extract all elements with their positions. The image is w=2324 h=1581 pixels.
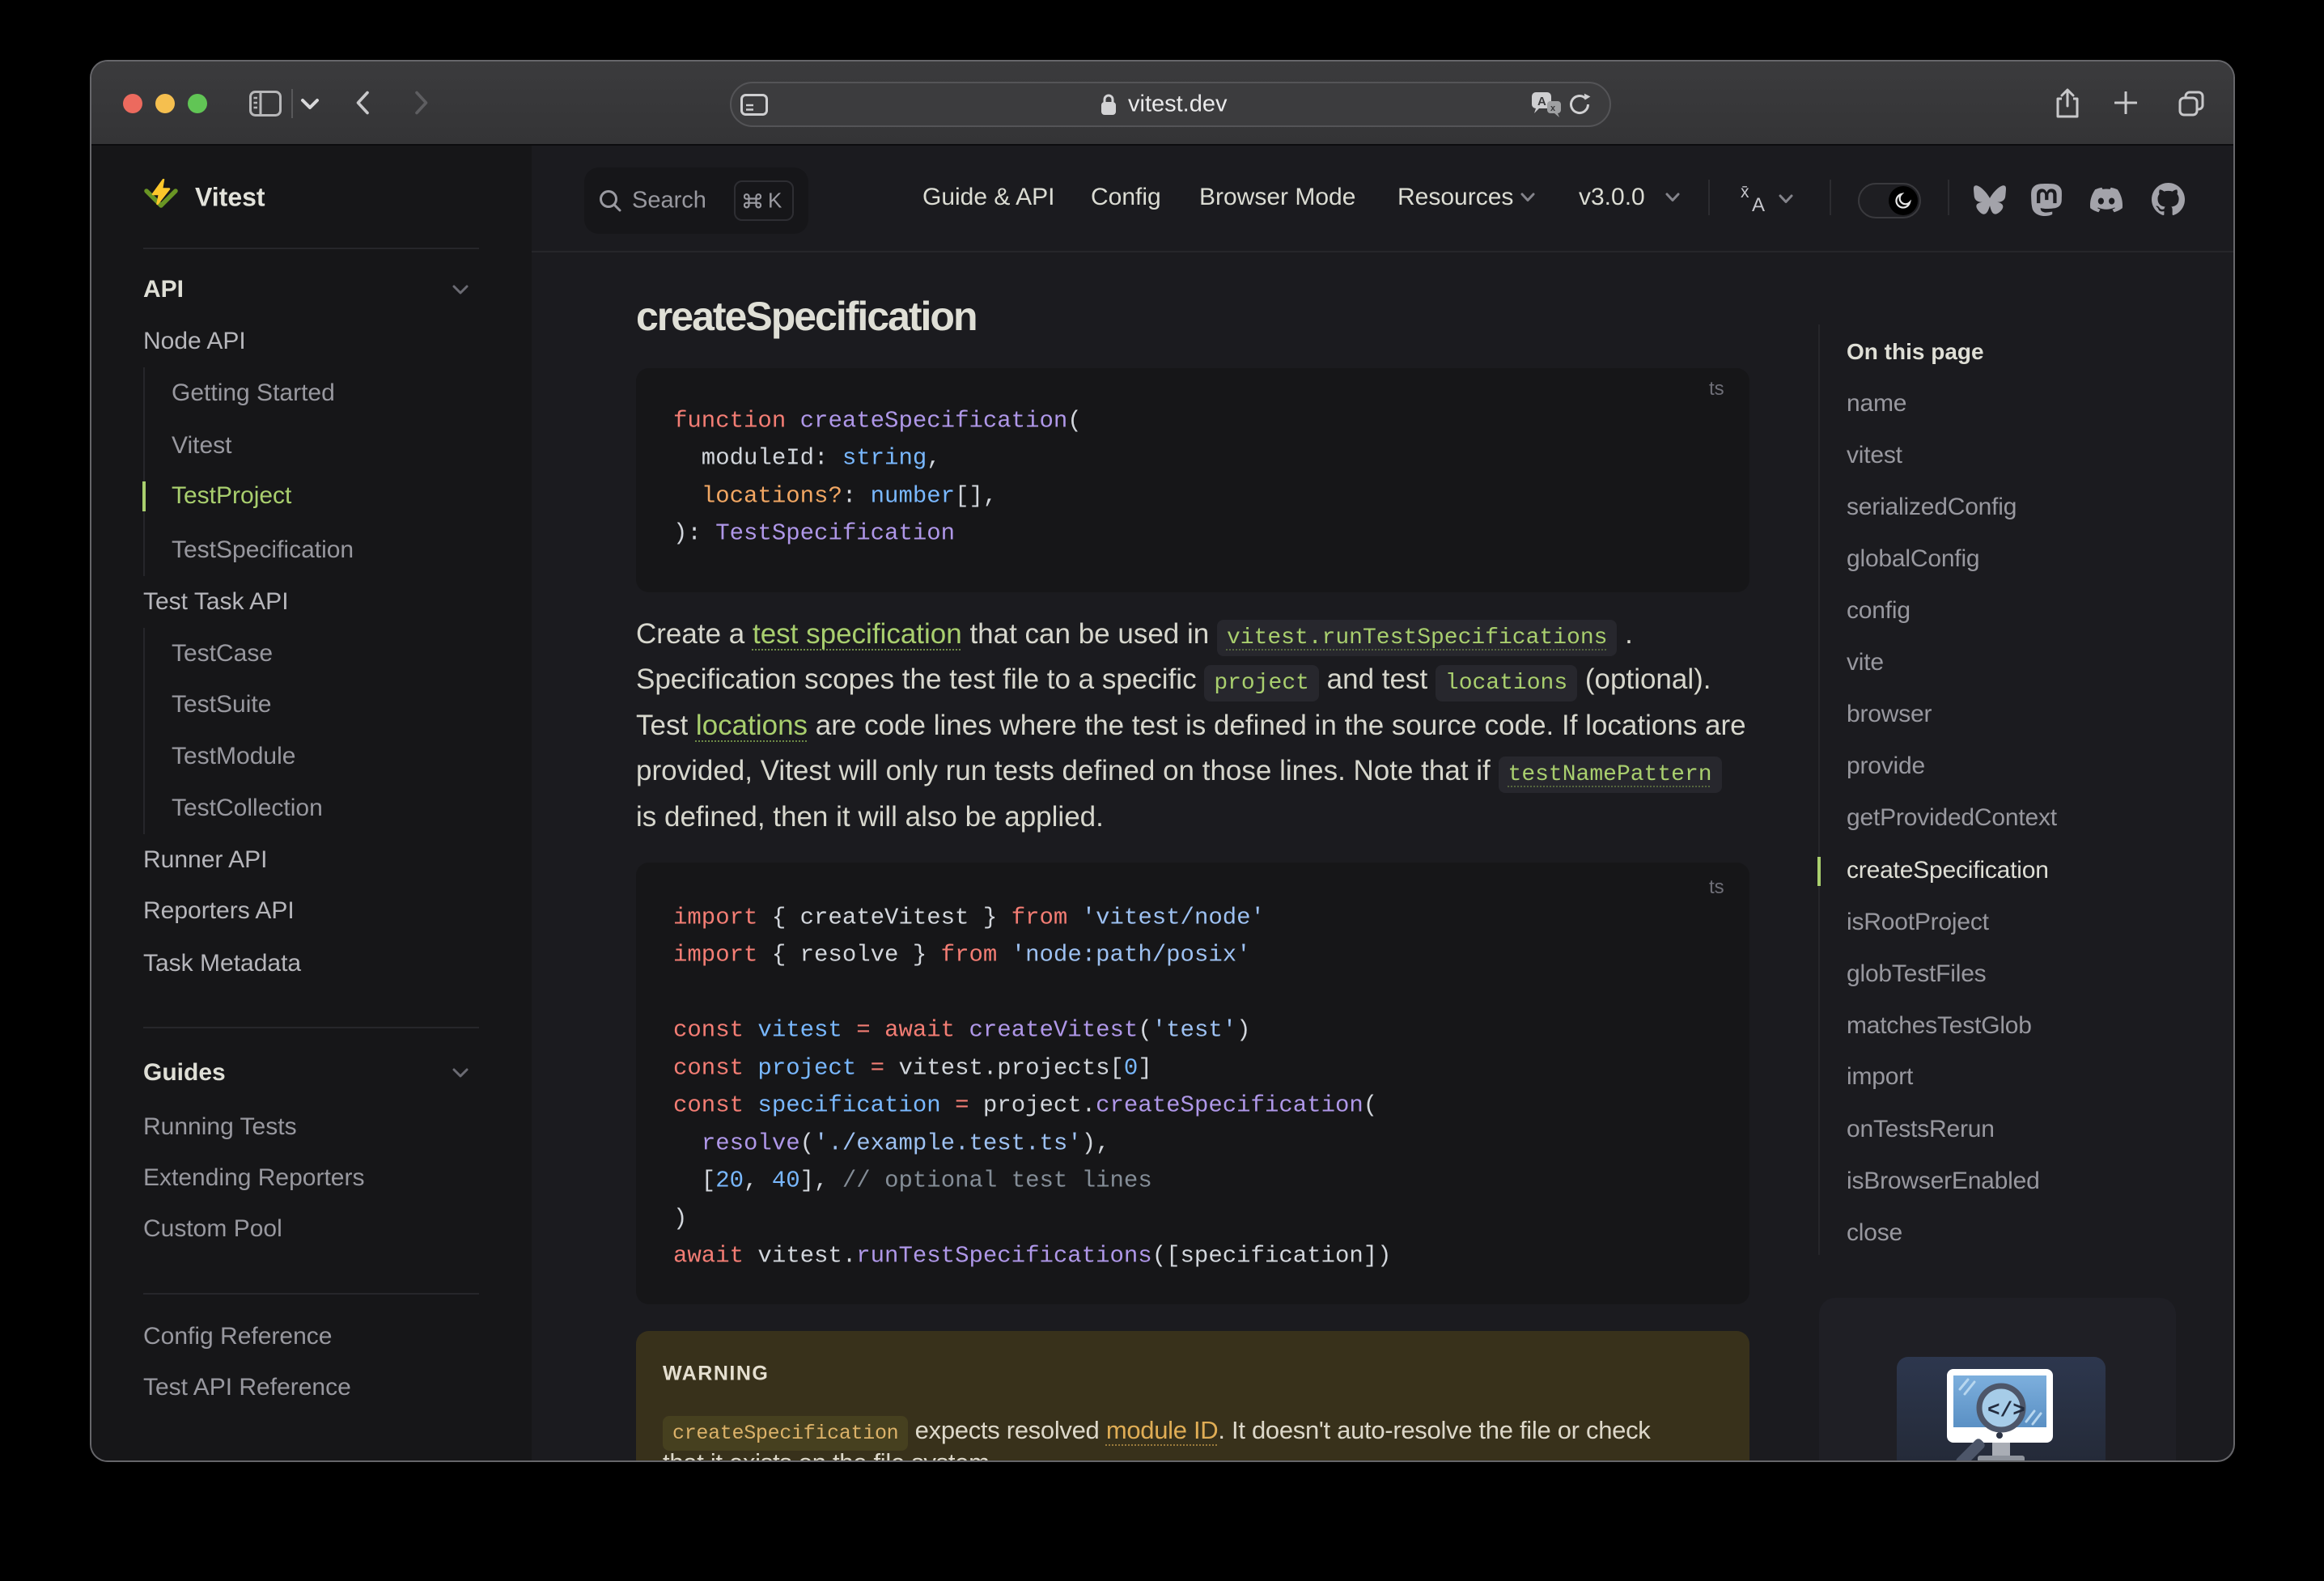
svg-text:</>: </> xyxy=(1987,1398,2025,1422)
svg-text:x̄: x̄ xyxy=(1741,183,1749,201)
svg-text:x: x xyxy=(1550,104,1556,113)
svg-text:A: A xyxy=(1752,194,1765,214)
svg-text:A: A xyxy=(1537,95,1546,108)
